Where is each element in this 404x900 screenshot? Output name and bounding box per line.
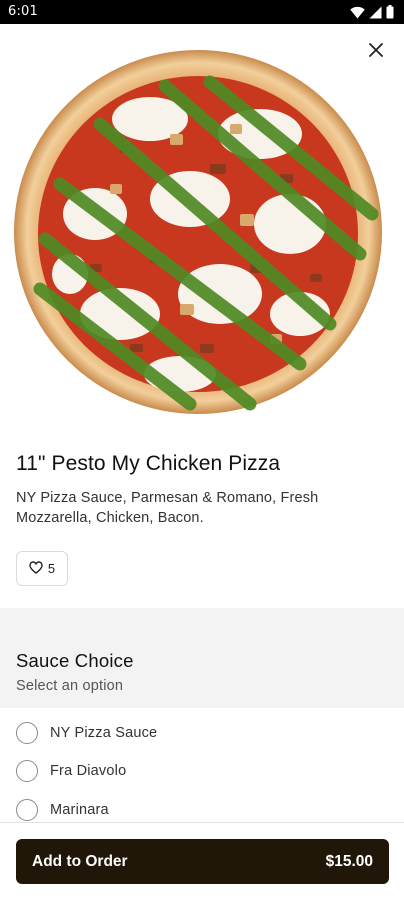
status-icons [350, 5, 394, 24]
heart-icon [29, 560, 43, 577]
product-description: NY Pizza Sauce, Parmesan & Romano, Fresh… [16, 490, 319, 526]
close-icon [369, 42, 383, 62]
order-price: $15.00 [325, 852, 373, 870]
status-time: 6:01 [8, 4, 38, 19]
product-title: 11" Pesto My Chicken Pizza [16, 452, 281, 475]
close-button[interactable] [362, 38, 390, 66]
status-bar: 6:01 [0, 0, 404, 24]
option-ny-pizza-sauce[interactable]: NY Pizza Sauce [16, 719, 157, 747]
signal-icon [369, 6, 382, 24]
footer-divider [0, 822, 404, 823]
option-label: Marinara [50, 802, 109, 818]
option-fra-diavolo[interactable]: Fra Diavolo [16, 757, 126, 785]
like-button[interactable]: 5 [16, 551, 68, 586]
option-label: NY Pizza Sauce [50, 725, 158, 741]
section-subtitle: Select an option [16, 678, 124, 694]
add-to-order-label: Add to Order [32, 852, 128, 870]
like-count: 5 [47, 561, 56, 576]
product-image [0, 24, 404, 444]
radio-button[interactable] [16, 799, 38, 821]
radio-button[interactable] [16, 722, 38, 744]
option-label: Fra Diavolo [50, 763, 127, 779]
radio-button[interactable] [16, 760, 38, 782]
section-title: Sauce Choice [16, 650, 134, 671]
add-to-order-button[interactable]: Add to Order $15.00 [16, 839, 389, 884]
battery-icon [386, 5, 394, 24]
wifi-icon [350, 6, 365, 24]
option-marinara[interactable]: Marinara [16, 796, 109, 824]
